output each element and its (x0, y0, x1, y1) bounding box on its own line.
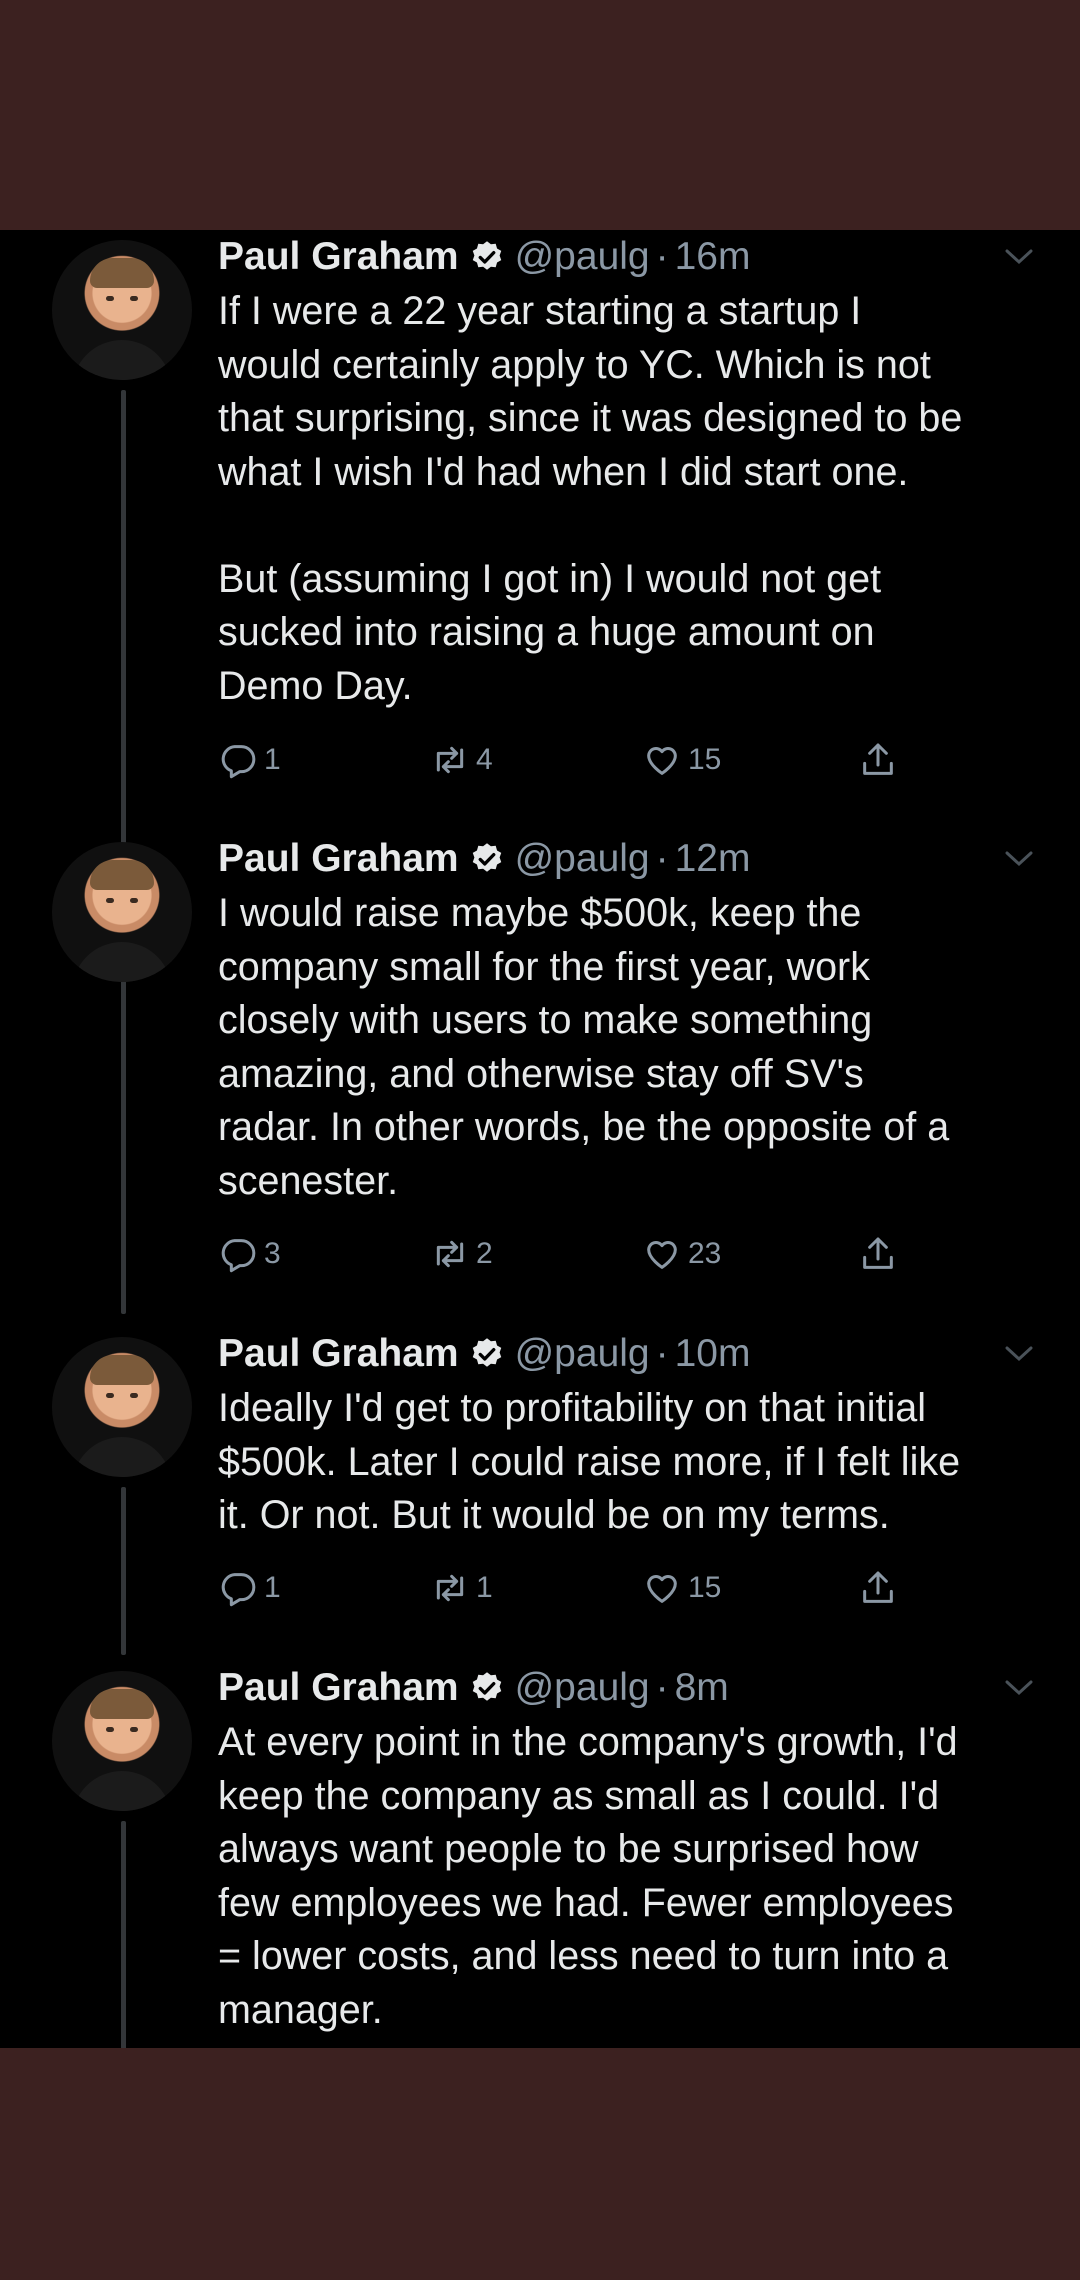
chevron-down-icon[interactable] (1004, 248, 1034, 266)
tweet-timestamp[interactable]: 12m (675, 837, 751, 881)
tweet-header: Paul Graham @paulg · 16m (218, 232, 750, 282)
retweet-icon (436, 1240, 464, 1268)
tweet-actions: 3 2 23 (218, 1229, 918, 1279)
retweet-count: 2 (476, 1237, 493, 1270)
tweet-actions: 1 1 15 (218, 1563, 918, 1613)
reply-count: 3 (264, 1237, 281, 1270)
author-handle[interactable]: @paulg (515, 837, 650, 881)
share-icon (863, 1237, 893, 1269)
top-letterbox (0, 0, 1080, 230)
tweet-header: Paul Graham @paulg · 12m (218, 834, 750, 884)
thread-connector-line (121, 1821, 126, 2048)
bottom-letterbox (0, 2048, 1080, 2280)
share-button[interactable] (858, 735, 904, 785)
reply-icon (221, 745, 256, 779)
avatar[interactable] (52, 1671, 192, 1811)
tweet-timestamp[interactable]: 8m (675, 1666, 729, 1710)
tweet-timestamp[interactable]: 10m (675, 1332, 751, 1376)
separator-dot: · (655, 1666, 669, 1709)
author-handle[interactable]: @paulg (515, 1332, 650, 1376)
author-name[interactable]: Paul Graham (218, 837, 459, 881)
separator-dot: · (655, 235, 669, 278)
reply-count: 1 (264, 1571, 281, 1604)
like-icon (647, 1575, 677, 1603)
tweet-header: Paul Graham @paulg · 8m (218, 1663, 729, 1713)
reply-icon (221, 1239, 256, 1273)
verified-badge-icon (472, 241, 501, 270)
tweet-text: At every point in the company's growth, … (218, 1720, 958, 2032)
like-icon (647, 1241, 677, 1269)
reply-button[interactable]: 1 (218, 1563, 281, 1613)
author-handle[interactable]: @paulg (515, 235, 650, 279)
tweet-text: Ideally I'd get to profitability on that… (218, 1386, 961, 1537)
retweet-button[interactable]: 1 (430, 1563, 493, 1613)
tweet-header: Paul Graham @paulg · 10m (218, 1329, 750, 1379)
retweet-button[interactable]: 4 (430, 735, 493, 785)
verified-badge-icon (472, 1672, 501, 1701)
retweet-count: 4 (476, 743, 493, 776)
share-button[interactable] (858, 1229, 904, 1279)
like-button[interactable]: 23 (642, 1229, 721, 1279)
avatar[interactable] (52, 1337, 192, 1477)
thread-connector-line (121, 992, 126, 1314)
verified-badge-icon (472, 1338, 501, 1367)
chevron-down-icon[interactable] (1004, 1679, 1034, 1697)
tweet-timestamp[interactable]: 16m (675, 235, 751, 279)
author-name[interactable]: Paul Graham (218, 1666, 459, 1710)
avatar[interactable] (52, 842, 192, 982)
like-button[interactable]: 15 (642, 735, 721, 785)
chevron-down-icon[interactable] (1004, 850, 1034, 868)
separator-dot: · (655, 837, 669, 880)
reply-button[interactable]: 3 (218, 1229, 281, 1279)
like-icon (647, 747, 677, 775)
reply-button[interactable]: 1 (218, 735, 281, 785)
chevron-down-icon[interactable] (1004, 1345, 1034, 1363)
like-button[interactable]: 15 (642, 1563, 721, 1613)
retweet-icon (436, 746, 464, 774)
author-handle[interactable]: @paulg (515, 1666, 650, 1710)
author-name[interactable]: Paul Graham (218, 235, 459, 279)
share-icon (863, 1571, 893, 1603)
thread-connector-line (121, 1487, 126, 1655)
avatar[interactable] (52, 240, 192, 380)
tweet-thread: Paul Graham @paulg · 16m If I were a 22 … (0, 230, 1080, 2048)
like-count: 23 (688, 1237, 722, 1270)
reply-icon (221, 1573, 256, 1607)
retweet-count: 1 (476, 1571, 493, 1604)
verified-badge-icon (472, 843, 501, 872)
tweet-actions: 1 4 15 (218, 735, 918, 785)
tweet-text: I would raise maybe $500k, keep the comp… (218, 891, 950, 1203)
like-count: 15 (688, 743, 722, 776)
share-button[interactable] (858, 1563, 904, 1613)
tweet-text: If I were a 22 year starting a startup I… (218, 289, 963, 708)
reply-count: 1 (264, 743, 281, 776)
retweet-icon (436, 1574, 464, 1602)
author-name[interactable]: Paul Graham (218, 1332, 459, 1376)
share-icon (863, 743, 893, 775)
separator-dot: · (655, 1332, 669, 1375)
retweet-button[interactable]: 2 (430, 1229, 493, 1279)
like-count: 15 (688, 1571, 722, 1604)
